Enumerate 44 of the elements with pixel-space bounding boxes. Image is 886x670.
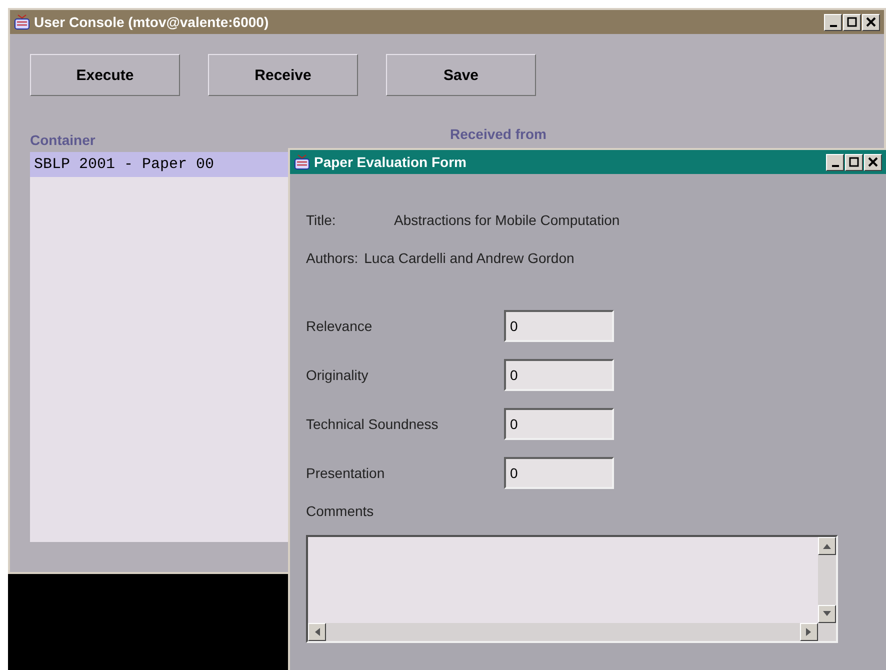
scroll-down-button[interactable] [818,605,836,623]
up-arrow-icon [823,543,831,549]
scroll-right-button[interactable] [800,623,818,641]
field-value: Luca Cardelli and Andrew Gordon [364,250,574,266]
field-label: Technical Soundness [306,416,440,432]
left-arrow-icon [314,628,320,636]
toolbar-button[interactable]: Save [386,54,536,96]
maximize-icon [847,17,857,27]
maximize-icon [849,157,859,167]
minimize-button[interactable] [826,154,844,170]
input-field[interactable]: 0 [504,310,614,342]
field-label: Originality [306,367,370,383]
app-icon [294,154,310,170]
down-arrow-icon [823,611,831,617]
field-label: Presentation [306,465,386,481]
close-button[interactable] [862,14,880,30]
field-value: Abstractions for Mobile Computation [394,212,620,228]
close-icon [868,157,878,167]
maximize-button[interactable] [843,14,861,30]
toolbar-button[interactable]: Receive [208,54,358,96]
close-button[interactable] [864,154,882,170]
scroll-left-button[interactable] [308,623,326,641]
right-arrow-icon [806,628,812,636]
minimize-icon [830,24,836,26]
app-icon [14,14,30,30]
minimize-button[interactable] [824,14,842,30]
field-label: Authors: [306,250,358,266]
toolbar-button[interactable]: Execute [30,54,180,96]
window-title: User Console (mtov@valente:6000) [34,14,270,30]
comments-box[interactable] [306,535,838,643]
maximize-button[interactable] [845,154,863,170]
input-field[interactable]: 0 [504,457,614,489]
close-icon [866,17,876,27]
input-field[interactable]: 0 [504,359,614,391]
window-title: Paper Evaluation Form [314,154,468,170]
field-label: Title: [306,212,337,228]
list-label: Received from [450,126,546,144]
minimize-icon [832,164,838,166]
list-item[interactable]: SBLP 2001 - Paper 00 [30,152,290,177]
field-label: Relevance [306,318,374,334]
input-field[interactable]: 0 [504,408,614,440]
field-label: Comments [306,503,375,519]
scroll-up-button[interactable] [818,537,836,555]
list-label: Container [30,132,96,148]
